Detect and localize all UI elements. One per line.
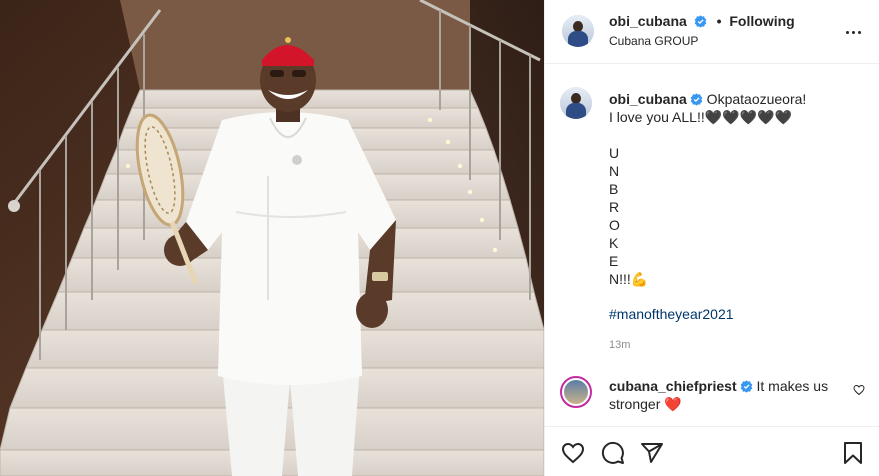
share-icon[interactable] xyxy=(640,441,664,465)
comment-emoji: ❤️ xyxy=(664,396,682,412)
author-username[interactable]: obi_cubana xyxy=(609,13,687,29)
hashtag-link[interactable]: #manoftheyear2021 xyxy=(609,306,734,322)
author-line: obi_cubana • Following xyxy=(609,13,795,29)
post-header: obi_cubana • Following Cubana GROUP xyxy=(545,0,879,64)
caption-avatar[interactable] xyxy=(560,87,592,119)
bookmark-icon[interactable] xyxy=(841,441,865,465)
caption-line2: I love you ALL!! xyxy=(609,109,705,125)
author-avatar[interactable] xyxy=(562,15,594,47)
instagram-post: obi_cubana • Following Cubana GROUP obi_… xyxy=(0,0,879,476)
post-side-panel: obi_cubana • Following Cubana GROUP obi_… xyxy=(544,0,879,476)
comment-like-heart-icon[interactable] xyxy=(853,384,865,396)
verified-badge-icon xyxy=(694,15,707,28)
following-button[interactable]: Following xyxy=(729,13,794,29)
caption-line1: Okpataozueora! xyxy=(702,91,807,107)
post-photo[interactable] xyxy=(0,0,544,476)
post-timestamp[interactable]: 13m xyxy=(609,339,630,351)
verified-badge-icon xyxy=(690,93,703,106)
post-caption: obi_cubana Okpataozueora! I love you ALL… xyxy=(609,90,859,288)
caption-hearts: 🖤🖤🖤🖤🖤 xyxy=(704,109,792,125)
more-options-icon[interactable] xyxy=(841,22,865,42)
caption-body: U N B R O K E N!!!💪 xyxy=(609,145,649,287)
post-image xyxy=(0,0,544,476)
verified-badge-icon xyxy=(740,380,752,393)
commenter-avatar[interactable] xyxy=(560,376,592,408)
comment: cubana_chiefpriest It makes us stronger … xyxy=(609,377,834,413)
comment-icon[interactable] xyxy=(601,441,625,465)
action-bar xyxy=(545,426,879,476)
header-separator: • xyxy=(716,13,722,29)
heart-icon[interactable] xyxy=(561,441,585,465)
comment-username[interactable]: cubana_chiefpriest xyxy=(609,378,737,394)
caption-username[interactable]: obi_cubana xyxy=(609,91,687,107)
author-subtitle[interactable]: Cubana GROUP xyxy=(609,34,698,48)
